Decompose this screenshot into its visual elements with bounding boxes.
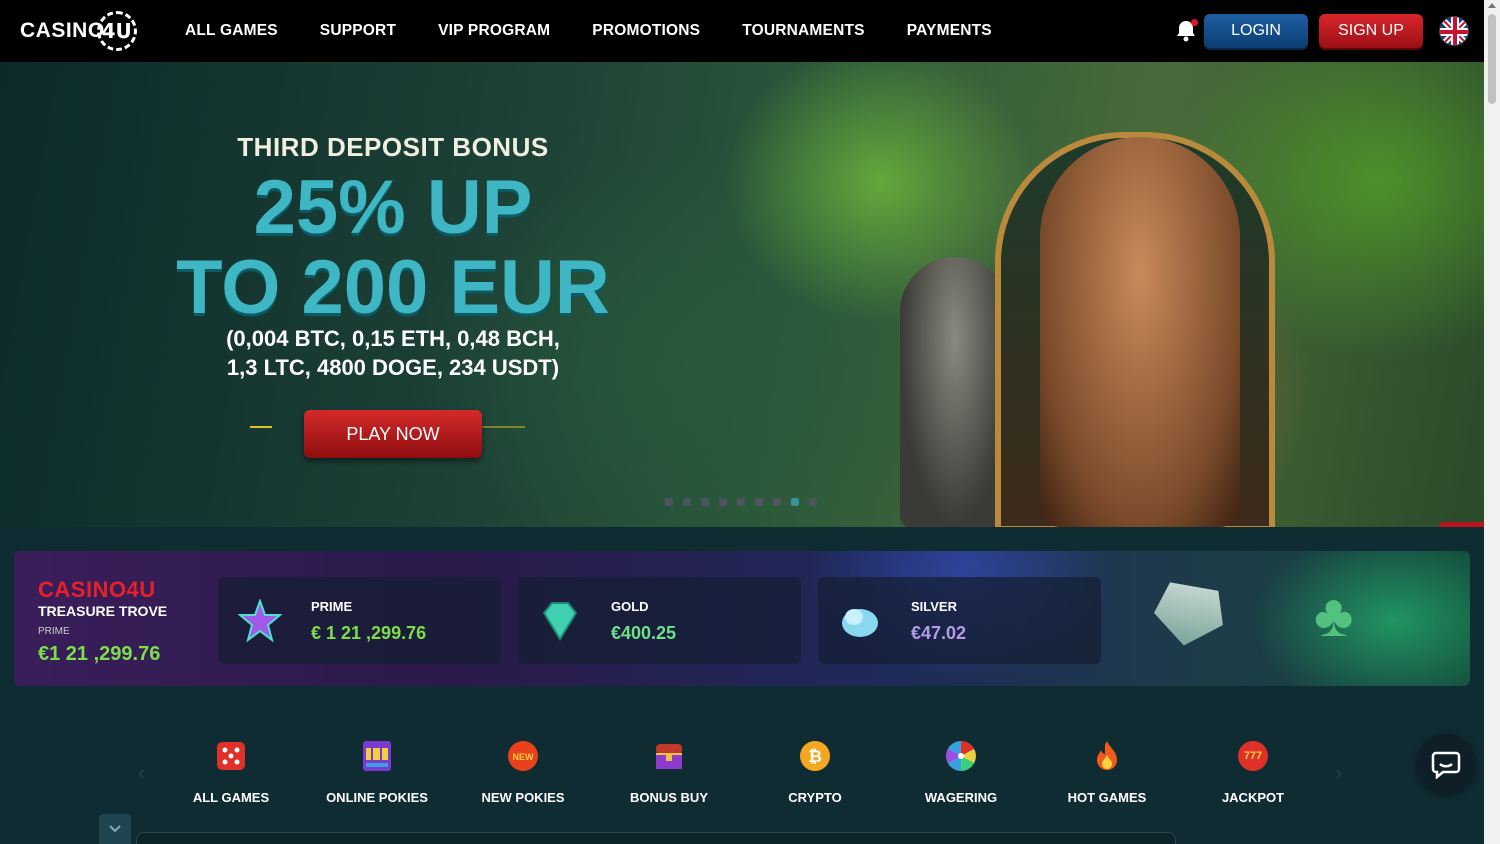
nav-promotions[interactable]: PROMOTIONS bbox=[592, 22, 700, 40]
diamond-icon bbox=[538, 599, 582, 643]
categories-prev-arrow-icon[interactable]: ‹ bbox=[138, 760, 145, 786]
cloud-icon bbox=[838, 599, 882, 643]
play-now-button[interactable]: PLAY NOW bbox=[304, 410, 482, 458]
chat-bubble-icon bbox=[1431, 751, 1461, 779]
hero-crypto-line-2: 1,3 LTC, 4800 DOGE, 234 USDT) bbox=[226, 355, 560, 380]
slider-dot[interactable] bbox=[719, 498, 727, 506]
category-label: BONUS BUY bbox=[629, 790, 708, 805]
chevron-down-icon bbox=[109, 825, 121, 833]
top-navbar: CASINO 4U ALL GAMES SUPPORT VIP PROGRAM … bbox=[0, 0, 1484, 62]
notification-dot bbox=[1191, 19, 1198, 26]
main-nav: ALL GAMES SUPPORT VIP PROGRAM PROMOTIONS… bbox=[185, 0, 1034, 62]
fire-icon bbox=[1089, 738, 1125, 774]
nav-vip-program[interactable]: VIP PROGRAM bbox=[438, 22, 550, 40]
category-all-games[interactable]: ALL GAMES bbox=[158, 724, 304, 820]
category-jackpot[interactable]: 777 JACKPOT bbox=[1180, 724, 1326, 820]
live-chat-button[interactable] bbox=[1416, 734, 1476, 794]
jackpot-panel: CASINO4U TREASURE TROVE PRIME €1 21 ,299… bbox=[14, 551, 1470, 686]
logo-text: CASINO bbox=[20, 19, 105, 42]
jackpot-card-amount: €47.02 bbox=[911, 623, 967, 643]
slider-dot[interactable] bbox=[665, 498, 673, 506]
slot-machine-icon bbox=[359, 738, 395, 774]
nav-tournaments[interactable]: TOURNAMENTS bbox=[742, 22, 864, 40]
category-online-pokies[interactable]: ONLINE POKIES bbox=[304, 724, 450, 820]
hero-banner: THIRD DEPOSIT BONUS 25% UP TO 200 EUR (0… bbox=[0, 62, 1484, 527]
uk-flag-icon[interactable] bbox=[1439, 16, 1469, 46]
jackpot-card-amount: €400.25 bbox=[611, 623, 677, 643]
category-label: ONLINE POKIES bbox=[326, 790, 428, 805]
slider-dot[interactable] bbox=[701, 498, 709, 506]
expand-categories-button[interactable] bbox=[99, 814, 131, 844]
slider-dot[interactable] bbox=[773, 498, 781, 506]
hero-accent-line bbox=[250, 426, 272, 428]
slider-dot[interactable] bbox=[791, 498, 799, 506]
slider-dot[interactable] bbox=[683, 498, 691, 506]
dice-icon bbox=[213, 738, 249, 774]
hero-subtitle: THIRD DEPOSIT BONUS bbox=[237, 132, 549, 162]
bitcoin-icon: ₿ bbox=[797, 738, 833, 774]
slider-dots bbox=[665, 498, 817, 506]
slider-dot[interactable] bbox=[737, 498, 745, 506]
bear-illustration bbox=[900, 257, 1010, 527]
nav-payments[interactable]: PAYMENTS bbox=[907, 22, 992, 40]
star-icon bbox=[237, 598, 283, 643]
jungle-woman-illustration bbox=[1040, 137, 1240, 527]
hero-crypto-line-1: (0,004 BTC, 0,15 ETH, 0,48 BCH, bbox=[226, 326, 560, 351]
game-search-bar[interactable] bbox=[136, 832, 1176, 844]
hero-headline-1: 25% UP bbox=[253, 165, 533, 250]
category-label: CRYPTO bbox=[788, 790, 842, 805]
signup-button[interactable]: SIGN UP bbox=[1319, 14, 1423, 48]
login-button[interactable]: LOGIN bbox=[1204, 14, 1308, 48]
category-bonus-buy[interactable]: BONUS BUY bbox=[596, 724, 742, 820]
categories-next-arrow-icon[interactable]: › bbox=[1335, 760, 1342, 786]
treasure-chest-icon bbox=[651, 738, 687, 774]
jackpot-card-silver: SILVER €47.02 bbox=[818, 577, 1101, 664]
jackpot-card-label: SILVER bbox=[911, 599, 957, 614]
category-wagering[interactable]: WAGERING bbox=[888, 724, 1034, 820]
jackpot-amount: €1 21 ,299.76 bbox=[38, 643, 161, 665]
page-scrollbar[interactable] bbox=[1484, 0, 1500, 844]
category-crypto[interactable]: ₿ CRYPTO bbox=[742, 724, 888, 820]
notification-bell-icon[interactable] bbox=[1175, 19, 1198, 43]
jackpot-card-amount: € 1 21 ,299.76 bbox=[311, 623, 427, 643]
logo-chip-icon: 4U bbox=[96, 11, 137, 51]
hero-headline-2: TO 200 EUR bbox=[176, 245, 610, 330]
category-label: JACKPOT bbox=[1221, 790, 1285, 805]
scroll-thumb[interactable] bbox=[1488, 14, 1496, 104]
jackpot-title: TREASURE TROVE bbox=[38, 603, 168, 619]
wheel-icon bbox=[943, 738, 979, 774]
svg-text:NEW: NEW bbox=[513, 752, 535, 762]
jackpot-card-prime: PRIME € 1 21 ,299.76 bbox=[218, 577, 501, 664]
game-categories: ALL GAMES ONLINE POKIES NEW NEW POKIES B… bbox=[158, 724, 1326, 820]
hero-accent-line-right bbox=[480, 426, 525, 428]
svg-text:₿: ₿ bbox=[808, 747, 822, 767]
trophy-icon[interactable] bbox=[1439, 522, 1484, 527]
nav-support[interactable]: SUPPORT bbox=[320, 22, 396, 40]
jackpot-card-label: GOLD bbox=[611, 599, 649, 614]
club-decoration-icon: ♣ bbox=[1314, 582, 1354, 649]
casino-logo[interactable]: CASINO 4U bbox=[20, 10, 137, 52]
slider-dot[interactable] bbox=[755, 498, 763, 506]
jackpot-tier: PRIME bbox=[38, 626, 70, 637]
gem-decoration bbox=[1149, 580, 1228, 651]
category-label: WAGERING bbox=[924, 790, 998, 805]
scroll-up-arrow-icon[interactable] bbox=[1488, 3, 1496, 8]
category-label: NEW POKIES bbox=[481, 790, 565, 805]
jackpot-card-label: PRIME bbox=[311, 599, 353, 614]
category-hot-games[interactable]: HOT GAMES bbox=[1034, 724, 1180, 820]
nav-all-games[interactable]: ALL GAMES bbox=[185, 22, 278, 40]
jackpot-icon: 777 bbox=[1235, 738, 1271, 774]
jackpot-card-gold: GOLD €400.25 bbox=[518, 577, 801, 664]
jackpot-brand: CASINO4U bbox=[38, 577, 156, 602]
category-label: ALL GAMES bbox=[192, 790, 270, 805]
new-badge-icon: NEW bbox=[505, 738, 541, 774]
category-new-pokies[interactable]: NEW NEW POKIES bbox=[450, 724, 596, 820]
slider-dot[interactable] bbox=[809, 498, 817, 506]
svg-text:777: 777 bbox=[1244, 750, 1262, 762]
category-label: HOT GAMES bbox=[1067, 790, 1147, 805]
